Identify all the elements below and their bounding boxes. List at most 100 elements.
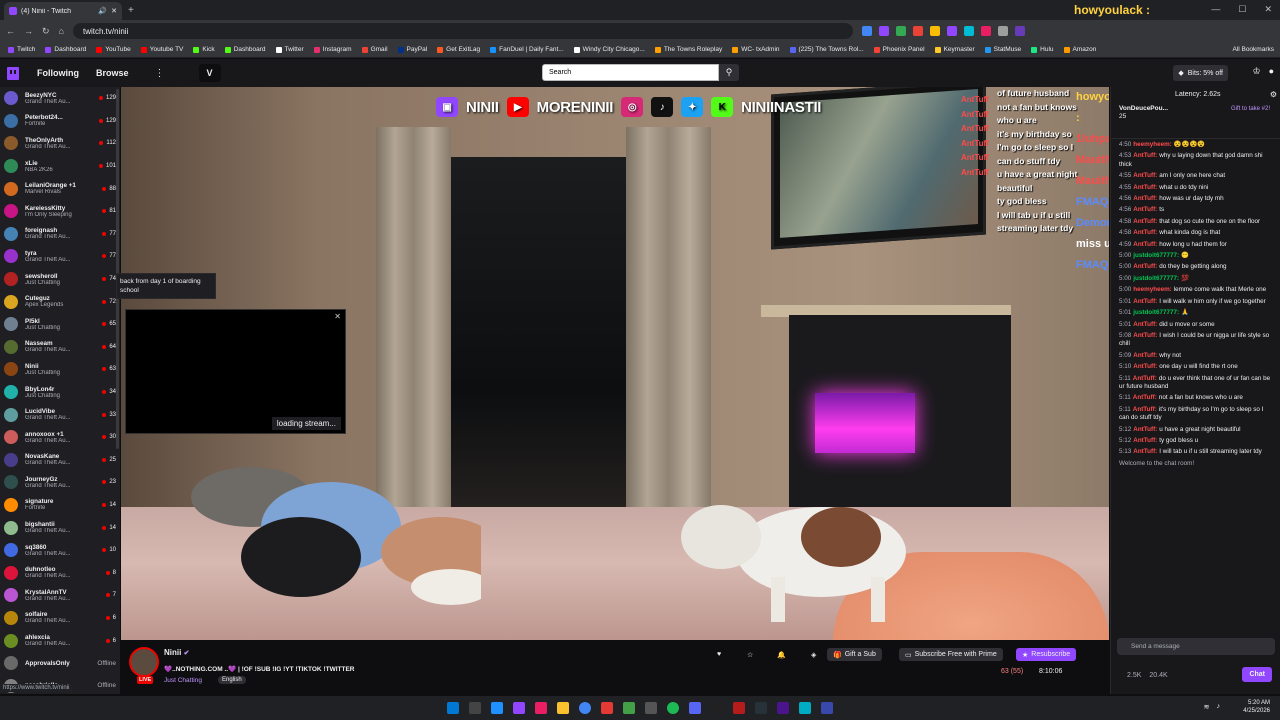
streamer-avatar[interactable]: [129, 647, 159, 677]
bookmark[interactable]: Twitch: [8, 46, 35, 53]
chat-username[interactable]: AntTuff:: [1133, 375, 1157, 382]
bookmark[interactable]: WC- txAdmin: [732, 46, 780, 53]
bookmark[interactable]: (225) The Towns Rol...: [789, 46, 864, 53]
close-window-icon[interactable]: ✕: [1264, 4, 1272, 15]
sidebar-scrollbar[interactable]: [116, 89, 119, 449]
chat-username[interactable]: AntTuff:: [1133, 172, 1157, 179]
app-icon[interactable]: [821, 702, 833, 714]
url-field[interactable]: twitch.tv/ninii: [72, 23, 853, 39]
app-icon[interactable]: [623, 702, 635, 714]
sidebar-channel[interactable]: Cuteguz Apex Legends 72: [0, 290, 120, 313]
chat-username[interactable]: AntTuff:: [1133, 363, 1157, 370]
bookmark[interactable]: The Towns Roleplay: [654, 46, 722, 53]
more-menu-icon[interactable]: ⋮: [155, 68, 165, 79]
forward-icon[interactable]: →: [24, 26, 33, 36]
sidebar-channel[interactable]: BbyLon4r Just Chatting 34: [0, 381, 120, 404]
extension-icon[interactable]: [980, 26, 991, 36]
chat-username[interactable]: AntTuff:: [1133, 195, 1157, 202]
sidebar-channel[interactable]: bigshantii Grand Theft Au... 14: [0, 516, 120, 539]
chat-username[interactable]: heemyheem:: [1133, 286, 1172, 293]
chat-username[interactable]: justdoit677777:: [1133, 275, 1179, 282]
bookmark[interactable]: FanDuel | Daily Fant...: [490, 46, 564, 53]
new-tab-icon[interactable]: +: [128, 5, 134, 16]
tab-close-icon[interactable]: ✕: [111, 7, 117, 15]
minimize-icon[interactable]: —: [1211, 4, 1220, 15]
discord-icon[interactable]: [689, 702, 701, 714]
chat-username[interactable]: AntTuff:: [1133, 206, 1157, 213]
resubscribe-button[interactable]: ★ Resubscribe: [1016, 648, 1077, 661]
chat-username[interactable]: AntTuff:: [1133, 437, 1157, 444]
bookmark[interactable]: Youtube TV: [140, 46, 183, 53]
streamer-name[interactable]: Ninii ✔: [164, 648, 189, 657]
bookmark[interactable]: StatMuse: [984, 46, 1021, 53]
twitch-logo-icon[interactable]: [7, 66, 19, 80]
gift-to-take[interactable]: Gift to take #2!: [1231, 105, 1271, 113]
chat-username[interactable]: AntTuff:: [1133, 406, 1157, 413]
app-icon[interactable]: [513, 702, 525, 714]
bookmark[interactable]: Kick: [193, 46, 215, 53]
chat-username[interactable]: AntTuff:: [1133, 448, 1157, 455]
chat-username[interactable]: AntTuff:: [1133, 241, 1157, 248]
browser-tab[interactable]: (4) Ninii - Twitch 🔊 ✕: [4, 2, 122, 20]
sidebar-channel[interactable]: Pl5kl Just Chatting 65: [0, 313, 120, 336]
sidebar-channel[interactable]: foreignash Grand Theft Au... 77: [0, 223, 120, 246]
app-icon[interactable]: [645, 702, 657, 714]
tab-audio-icon[interactable]: 🔊: [98, 7, 107, 15]
sidebar-channel[interactable]: NovasKane Grand Theft Au... 25: [0, 449, 120, 472]
app-icon[interactable]: [601, 702, 613, 714]
bookmark[interactable]: YouTube: [96, 46, 131, 53]
chat-username[interactable]: AntTuff:: [1133, 229, 1157, 236]
chrome-icon[interactable]: [579, 702, 591, 714]
taskbar-clock[interactable]: 5:20 AM 4/25/2026: [1243, 699, 1270, 715]
bookmark[interactable]: Gmail: [361, 46, 388, 53]
search-input[interactable]: Search: [542, 64, 719, 81]
stream-category[interactable]: Just Chatting: [164, 677, 202, 684]
bookmark[interactable]: Get ExitLag: [437, 46, 480, 53]
maximize-icon[interactable]: ☐: [1238, 4, 1246, 15]
sidebar-channel[interactable]: annoxoox +1 Grand Theft Au... 30: [0, 426, 120, 449]
sidebar-channel[interactable]: BeezyNYC Grand Theft Au... 129: [0, 87, 120, 110]
extension-icon[interactable]: [963, 26, 974, 36]
bookmark[interactable]: Keymaster: [934, 46, 975, 53]
notification-bell-icon[interactable]: 🔔: [771, 648, 792, 661]
star-icon[interactable]: ☆: [741, 648, 759, 661]
home-icon[interactable]: ⌂: [59, 26, 64, 36]
bookmark[interactable]: Amazon: [1063, 46, 1096, 53]
chat-username[interactable]: AntTuff:: [1133, 152, 1157, 159]
search-icon[interactable]: ⚲: [719, 64, 739, 81]
chat-username[interactable]: heemyheem:: [1133, 141, 1172, 148]
sidebar-channel[interactable]: signature Fortnite 14: [0, 494, 120, 517]
sidebar-channel[interactable]: KrystalAnnTV Grand Theft Au... 7: [0, 584, 120, 607]
pip-close-icon[interactable]: ✕: [334, 312, 341, 321]
chat-username[interactable]: AntTuff:: [1133, 298, 1157, 305]
search-taskbar-icon[interactable]: [469, 702, 481, 714]
sidebar-channel[interactable]: ApprovalsOnly Offline: [0, 652, 120, 675]
sidebar-channel[interactable]: LucidVibe Grand Theft Au... 33: [0, 403, 120, 426]
app-icon[interactable]: [755, 702, 767, 714]
crown-icon[interactable]: ♔: [1252, 66, 1260, 77]
chat-username[interactable]: justdoit677777:: [1133, 252, 1179, 259]
chat-username[interactable]: AntTuff:: [1133, 426, 1157, 433]
start-icon[interactable]: [447, 702, 459, 714]
extension-icon[interactable]: [878, 26, 889, 36]
prediction-icon[interactable]: ◈: [805, 648, 822, 661]
reload-icon[interactable]: ↻: [42, 26, 50, 37]
sidebar-channel[interactable]: Nasseam Grand Theft Au... 64: [0, 336, 120, 359]
extension-icon[interactable]: [895, 26, 906, 36]
nav-following[interactable]: Following: [37, 68, 79, 78]
app-icon[interactable]: [711, 702, 723, 714]
bits-button[interactable]: ◆ Bits: 5% off: [1173, 65, 1228, 81]
prime-sub-button[interactable]: ▭ Subscribe Free with Prime: [899, 648, 1003, 661]
picture-in-picture[interactable]: ✕ loading stream...: [125, 309, 346, 434]
gift-sub-button[interactable]: 🎁 Gift a Sub: [827, 648, 882, 661]
chat-username[interactable]: AntTuff:: [1133, 263, 1157, 270]
app-icon[interactable]: [733, 702, 745, 714]
app-icon[interactable]: [535, 702, 547, 714]
vod-logo-icon[interactable]: V: [198, 64, 221, 82]
wifi-icon[interactable]: ≋: [1204, 703, 1210, 711]
extension-icon[interactable]: [997, 26, 1008, 36]
volume-icon[interactable]: ♪: [1217, 703, 1221, 711]
bookmark[interactable]: Dashboard: [45, 46, 86, 53]
app-icon[interactable]: [491, 702, 503, 714]
chat-username[interactable]: AntTuff:: [1133, 394, 1157, 401]
